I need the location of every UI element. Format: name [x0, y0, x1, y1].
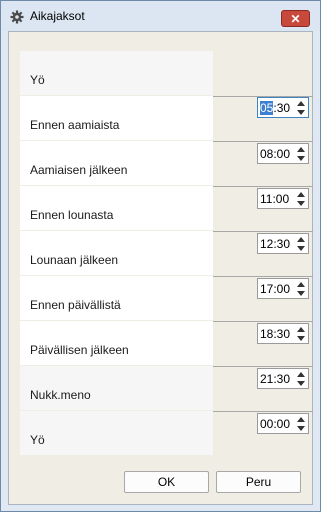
list-item: Ennen päivällistä 17:00 [20, 276, 313, 322]
period-label: Ennen lounasta [30, 208, 114, 222]
arrow-up-icon [296, 326, 305, 332]
spin-up-button[interactable] [294, 280, 307, 288]
arrow-down-icon [296, 109, 305, 115]
period-label: Ennen päivällistä [30, 298, 121, 312]
gear-icon [10, 10, 24, 24]
period-label: Aamiaisen jälkeen [30, 163, 128, 177]
close-icon: ✕ [290, 11, 301, 26]
period-label: Yö [30, 433, 45, 447]
window-title: Aikajaksot [30, 9, 85, 23]
time-value[interactable]: 12:30 [260, 237, 290, 251]
arrow-down-icon [296, 380, 305, 386]
time-spinbox[interactable]: 18:30 [257, 323, 309, 344]
time-spinbox[interactable]: 11:00 [257, 188, 309, 209]
list-item: Lounaan jälkeen 12:30 [20, 231, 313, 277]
arrow-down-icon [296, 200, 305, 206]
list-item: Ennen aamiaista 05:30 [20, 96, 313, 142]
spin-down-button[interactable] [294, 244, 307, 252]
spin-down-button[interactable] [294, 154, 307, 162]
spin-down-button[interactable] [294, 424, 307, 432]
arrow-up-icon [296, 236, 305, 242]
spin-down-button[interactable] [294, 199, 307, 207]
arrow-down-icon [296, 290, 305, 296]
time-value[interactable]: 21:30 [260, 372, 290, 386]
list-item-cell [20, 51, 213, 95]
spin-down-button[interactable] [294, 289, 307, 297]
time-spinbox[interactable]: 12:30 [257, 233, 309, 254]
period-label: Päivällisen jälkeen [30, 343, 129, 357]
time-minutes: :30 [273, 101, 291, 115]
spin-down-button[interactable] [294, 379, 307, 387]
title-bar[interactable]: Aikajaksot ✕ [1, 1, 320, 31]
spin-up-button[interactable] [294, 235, 307, 243]
arrow-up-icon [296, 281, 305, 287]
arrow-up-icon [296, 100, 305, 106]
list-item: Aamiaisen jälkeen 08:00 [20, 141, 313, 187]
time-spinbox[interactable]: 08:00 [257, 143, 309, 164]
time-spinbox[interactable]: 21:30 [257, 368, 309, 389]
time-value[interactable]: 17:00 [260, 282, 290, 296]
time-spinbox[interactable]: 00:00 [257, 413, 309, 434]
spin-down-button[interactable] [294, 108, 307, 116]
spin-up-button[interactable] [294, 145, 307, 153]
spin-up-button[interactable] [294, 415, 307, 423]
arrow-down-icon [296, 155, 305, 161]
time-spinbox[interactable]: 05:30 [257, 97, 309, 118]
period-label: Ennen aamiaista [30, 118, 120, 132]
time-value[interactable]: 05:30 [260, 101, 290, 115]
close-button[interactable]: ✕ [281, 10, 310, 27]
spin-up-button[interactable] [294, 325, 307, 333]
list-item: Päivällisen jälkeen 18:30 [20, 321, 313, 367]
time-value[interactable]: 11:00 [260, 192, 289, 206]
time-value[interactable]: 00:00 [260, 417, 290, 431]
arrow-up-icon [296, 416, 305, 422]
dialog-window: Aikajaksot ✕ Yö Ennen aamiaista 05:30 Aa… [0, 0, 321, 512]
spin-down-button[interactable] [294, 334, 307, 342]
arrow-up-icon [296, 191, 305, 197]
list-item: Ennen lounasta 11:00 [20, 186, 313, 232]
spin-up-button[interactable] [294, 370, 307, 378]
period-label: Lounaan jälkeen [30, 253, 119, 267]
ok-button[interactable]: OK [124, 471, 209, 493]
period-label: Nukk.meno [30, 388, 91, 402]
dialog-client-area: Yö Ennen aamiaista 05:30 Aamiaisen jälke… [8, 31, 313, 505]
time-value[interactable]: 18:30 [260, 327, 290, 341]
arrow-down-icon [296, 245, 305, 251]
list-item-cell [20, 411, 213, 455]
arrow-up-icon [296, 371, 305, 377]
period-label: Yö [30, 73, 45, 87]
spin-up-button[interactable] [294, 190, 307, 198]
selected-hour: 05 [260, 101, 274, 115]
list-item: Yö 00:00 [20, 411, 313, 457]
time-spinbox[interactable]: 17:00 [257, 278, 309, 299]
time-value[interactable]: 08:00 [260, 147, 290, 161]
arrow-down-icon [296, 335, 305, 341]
list-item: Nukk.meno 21:30 [20, 366, 313, 412]
arrow-down-icon [296, 425, 305, 431]
list-item: Yö [20, 51, 313, 97]
cancel-button[interactable]: Peru [216, 471, 301, 493]
arrow-up-icon [296, 146, 305, 152]
spin-up-button[interactable] [294, 99, 307, 107]
